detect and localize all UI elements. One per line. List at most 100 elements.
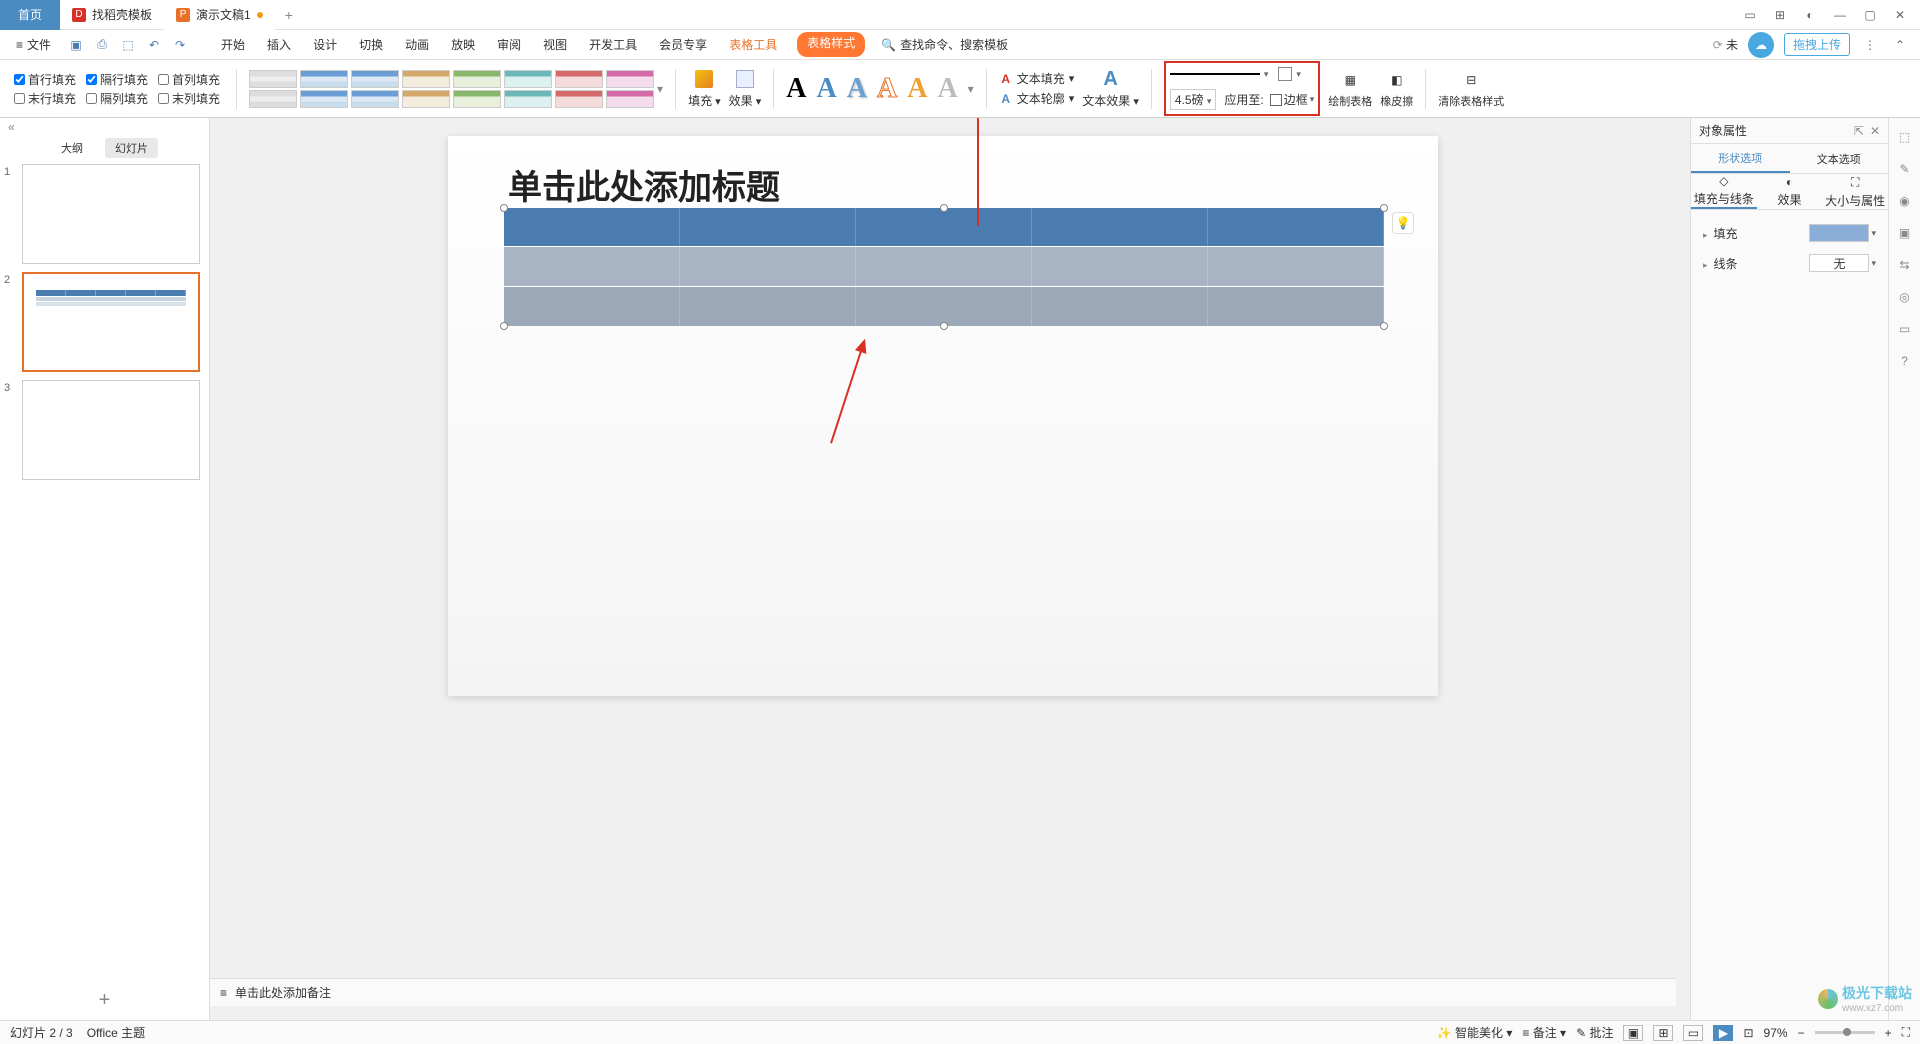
- fit-button[interactable]: ⊡: [1743, 1026, 1753, 1040]
- layout-icon[interactable]: ▭: [1740, 5, 1760, 25]
- notes-bar[interactable]: ≡ 单击此处添加备注: [210, 978, 1676, 1006]
- tab-slideshow[interactable]: 放映: [449, 32, 477, 57]
- shape-options-tab[interactable]: 形状选项: [1691, 144, 1790, 173]
- slides-tab[interactable]: 幻灯片: [105, 138, 158, 158]
- gallery-more-icon[interactable]: ▾: [657, 82, 663, 96]
- pin-icon[interactable]: ⇱: [1854, 124, 1864, 138]
- tab-home[interactable]: 首页: [0, 0, 60, 30]
- table-style-gallery[interactable]: ▾: [249, 70, 663, 108]
- wordart-style[interactable]: A: [937, 73, 957, 105]
- border-style-dropdown[interactable]: ▾▾: [1170, 65, 1314, 83]
- chk-first-col[interactable]: 首列填充: [158, 71, 220, 88]
- rail-location-icon[interactable]: ◎: [1896, 288, 1914, 306]
- slideshow-button[interactable]: ▶: [1713, 1025, 1733, 1041]
- tab-view[interactable]: 视图: [541, 32, 569, 57]
- fullscreen-button[interactable]: ⛶: [1902, 1025, 1910, 1040]
- cloud-icon[interactable]: ☁: [1748, 32, 1774, 58]
- chk-alt-col[interactable]: 隔列填充: [86, 90, 148, 107]
- tab-start[interactable]: 开始: [219, 32, 247, 57]
- slide-table[interactable]: 💡: [504, 208, 1384, 326]
- tab-design[interactable]: 设计: [311, 32, 339, 57]
- rail-book-icon[interactable]: ▭: [1896, 320, 1914, 338]
- sorter-view-button[interactable]: ⊞: [1653, 1025, 1673, 1041]
- smart-tag-icon[interactable]: 💡: [1392, 212, 1414, 234]
- beautify-button[interactable]: ✨ 智能美化 ▾: [1437, 1024, 1513, 1041]
- tab-insert[interactable]: 插入: [265, 32, 293, 57]
- add-slide-button[interactable]: +: [0, 980, 209, 1020]
- line-section[interactable]: ▸线条 无▾: [1699, 248, 1880, 278]
- rail-style-icon[interactable]: ✎: [1896, 160, 1914, 178]
- rail-animation-icon[interactable]: ◉: [1896, 192, 1914, 210]
- wordart-gallery[interactable]: A A A A A A ▾: [786, 73, 973, 105]
- notes-toggle[interactable]: ≡ 备注 ▾: [1522, 1024, 1566, 1041]
- tab-animation[interactable]: 动画: [403, 32, 431, 57]
- zoom-in-button[interactable]: +: [1885, 1026, 1892, 1040]
- more-icon[interactable]: ⋮: [1860, 35, 1880, 55]
- gallery-more-icon[interactable]: ▾: [968, 82, 974, 96]
- print-icon[interactable]: ⎙: [93, 36, 111, 54]
- file-menu[interactable]: ≡ 文件: [10, 36, 57, 53]
- tab-transition[interactable]: 切换: [357, 32, 385, 57]
- outline-tab[interactable]: 大纲: [51, 138, 93, 158]
- comments-toggle[interactable]: ✎ 批注: [1576, 1024, 1613, 1041]
- minimize-button[interactable]: —: [1830, 5, 1850, 25]
- tab-review[interactable]: 审阅: [495, 32, 523, 57]
- wordart-style[interactable]: A: [907, 73, 927, 105]
- collapse-panel-button[interactable]: «: [0, 118, 209, 136]
- effect-dropdown[interactable]: 效果 ▾: [729, 68, 762, 109]
- close-panel-icon[interactable]: ✕: [1870, 124, 1880, 138]
- border-weight-dropdown[interactable]: 4.5磅 ▾: [1170, 89, 1217, 110]
- clear-style-button[interactable]: ⊟ 清除表格样式: [1438, 69, 1504, 109]
- undo-icon[interactable]: ↶: [145, 36, 163, 54]
- tab-table-tools[interactable]: 表格工具: [727, 32, 779, 57]
- rail-help-icon[interactable]: ?: [1896, 352, 1914, 370]
- effects-tab[interactable]: ◐效果: [1757, 174, 1823, 209]
- tab-devtools[interactable]: 开发工具: [587, 32, 639, 57]
- slide-thumb-2[interactable]: [22, 272, 200, 372]
- text-outline-dropdown[interactable]: A文本轮廓 ▾: [999, 90, 1075, 107]
- wordart-style[interactable]: A: [847, 73, 867, 105]
- line-style-dropdown[interactable]: 无: [1809, 254, 1869, 272]
- text-effect-dropdown[interactable]: A 文本效果 ▾: [1082, 68, 1139, 109]
- unsaved-indicator[interactable]: ⟳ 未: [1713, 36, 1738, 53]
- wordart-style[interactable]: A: [877, 73, 897, 105]
- redo-icon[interactable]: ↷: [171, 36, 189, 54]
- slide-thumb-3[interactable]: [22, 380, 200, 480]
- wordart-style[interactable]: A: [817, 73, 837, 105]
- vertical-scrollbar[interactable]: [1676, 118, 1690, 1006]
- maximize-button[interactable]: ▢: [1860, 5, 1880, 25]
- new-tab-button[interactable]: +: [275, 7, 303, 23]
- rail-select-icon[interactable]: ⬚: [1896, 128, 1914, 146]
- tab-templates[interactable]: D 找稻壳模板: [60, 0, 164, 30]
- print-preview-icon[interactable]: ⬚: [119, 36, 137, 54]
- collapse-ribbon-icon[interactable]: ⌃: [1890, 35, 1910, 55]
- tab-table-style[interactable]: 表格样式: [797, 32, 865, 57]
- title-placeholder[interactable]: 单击此处添加标题: [508, 160, 780, 209]
- rail-switch-icon[interactable]: ⇆: [1896, 256, 1914, 274]
- save-icon[interactable]: ▣: [67, 36, 85, 54]
- fill-dropdown[interactable]: 填充 ▾: [688, 68, 721, 109]
- draw-table-button[interactable]: ▦ 绘制表格: [1328, 69, 1372, 109]
- user-icon[interactable]: ◐: [1800, 5, 1820, 25]
- chk-alt-row[interactable]: 隔行填充: [86, 71, 148, 88]
- fill-section[interactable]: ▸填充 ▾: [1699, 218, 1880, 248]
- text-fill-dropdown[interactable]: A文本填充 ▾: [999, 70, 1075, 87]
- chk-first-row[interactable]: 首行填充: [14, 71, 76, 88]
- rail-slide-icon[interactable]: ▣: [1896, 224, 1914, 242]
- text-options-tab[interactable]: 文本选项: [1790, 144, 1889, 173]
- normal-view-button[interactable]: ▣: [1623, 1025, 1643, 1041]
- apps-icon[interactable]: ⊞: [1770, 5, 1790, 25]
- fill-line-tab[interactable]: ◇填充与线条: [1691, 174, 1757, 209]
- zoom-level[interactable]: 97%: [1764, 1026, 1788, 1040]
- upload-button[interactable]: 拖拽上传: [1784, 33, 1850, 56]
- chk-last-row[interactable]: 末行填充: [14, 90, 76, 107]
- slide-thumb-1[interactable]: [22, 164, 200, 264]
- zoom-slider[interactable]: [1815, 1031, 1875, 1034]
- size-props-tab[interactable]: ⛶大小与属性: [1822, 174, 1888, 209]
- border-apply-dropdown[interactable]: 边框 ▾: [1270, 91, 1315, 108]
- tab-member[interactable]: 会员专享: [657, 32, 709, 57]
- command-search[interactable]: 🔍 查找命令、搜索模板: [881, 36, 1008, 53]
- reading-view-button[interactable]: ▭: [1683, 1025, 1703, 1041]
- zoom-out-button[interactable]: −: [1798, 1026, 1805, 1040]
- chk-last-col[interactable]: 末列填充: [158, 90, 220, 107]
